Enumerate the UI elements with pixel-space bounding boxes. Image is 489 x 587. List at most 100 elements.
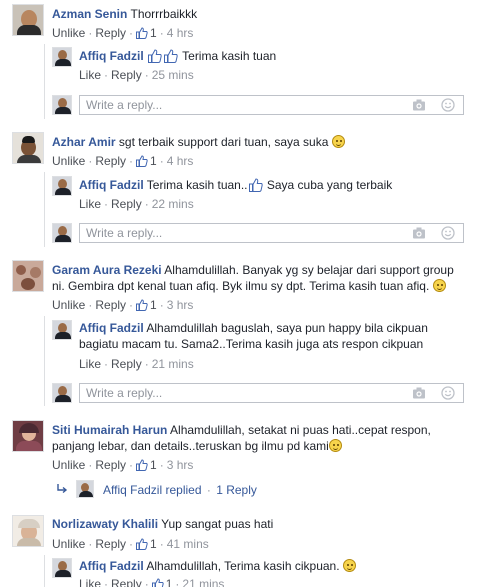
avatar[interactable]	[12, 4, 44, 36]
replied-by-name[interactable]: Affiq Fadzil	[103, 483, 162, 497]
unlike-link[interactable]: Unlike	[52, 26, 85, 40]
commenter-name[interactable]: Norlizawaty Khalili	[52, 517, 158, 531]
reply-input[interactable]	[80, 96, 380, 114]
thumbs-up-icon	[248, 178, 263, 192]
camera-icon[interactable]	[412, 98, 426, 112]
reply-link[interactable]: Reply	[95, 26, 126, 40]
timestamp[interactable]: 4 hrs	[167, 26, 194, 40]
avatar	[52, 383, 72, 403]
camera-icon[interactable]	[412, 226, 426, 240]
smiley-icon[interactable]	[441, 98, 455, 112]
comment-text-line2: panjang lebar, dan details..teruskan bg …	[52, 439, 329, 453]
reply-count-link[interactable]: 1 Reply	[216, 483, 257, 497]
like-count[interactable]: 1	[150, 458, 157, 472]
view-replies-link[interactable]	[56, 482, 68, 498]
reply-box[interactable]	[79, 223, 464, 243]
comment-text: Yup sangat puas hati	[161, 517, 274, 531]
thread-line	[44, 44, 45, 119]
comment-text: Alhamdulillah, Terima kasih cikpuan.	[146, 559, 340, 573]
comment-text: sgt terbaik support dari tuan, saya suka	[118, 135, 329, 149]
comment-text-line2: ni. Gembira dpt kenal tuan afiq. Byk ilm…	[52, 279, 430, 293]
reply-link[interactable]: Reply	[95, 537, 126, 551]
commenter-name[interactable]: Affiq Fadzil	[79, 49, 144, 63]
reply-arrow-icon	[57, 484, 68, 494]
unlike-link[interactable]: Unlike	[52, 298, 85, 312]
blush-emoji-icon	[328, 439, 342, 452]
thread-line	[44, 555, 45, 587]
timestamp[interactable]: 21 mins	[152, 357, 194, 371]
commenter-name[interactable]: Azman Senin	[52, 7, 127, 21]
like-link[interactable]: Like	[79, 68, 101, 82]
timestamp[interactable]: 41 mins	[167, 537, 209, 551]
avatar[interactable]	[52, 320, 72, 340]
reply-link[interactable]: Reply	[95, 298, 126, 312]
thumbs-up-icon	[164, 49, 178, 63]
commenter-name[interactable]: Siti Humairah Harun	[52, 423, 167, 437]
reply-link[interactable]: Reply	[95, 458, 126, 472]
like-count[interactable]: 1	[150, 537, 157, 551]
thumbs-up-icon	[136, 155, 148, 167]
thumbs-up-icon	[136, 538, 148, 550]
timestamp[interactable]: 3 hrs	[167, 458, 194, 472]
timestamp[interactable]: 22 mins	[152, 197, 194, 211]
avatar[interactable]	[12, 420, 44, 452]
like-count[interactable]: 1	[150, 154, 157, 168]
timestamp[interactable]: 3 hrs	[167, 298, 194, 312]
timestamp[interactable]: 4 hrs	[167, 154, 194, 168]
reply-link[interactable]: Reply	[111, 68, 142, 82]
commenter-name[interactable]: Affiq Fadzil	[79, 559, 144, 573]
camera-icon[interactable]	[412, 386, 426, 400]
commenter-name[interactable]: Affiq Fadzil	[79, 178, 144, 192]
avatar	[52, 95, 72, 115]
reply-input[interactable]	[80, 224, 380, 242]
avatar[interactable]	[52, 176, 72, 196]
unlike-link[interactable]: Unlike	[52, 537, 85, 551]
like-link[interactable]: Like	[79, 357, 101, 371]
unlike-link[interactable]: Unlike	[52, 458, 85, 472]
like-count[interactable]: 1	[150, 26, 157, 40]
avatar	[52, 223, 72, 243]
avatar[interactable]	[12, 260, 44, 292]
replied-label[interactable]: replied	[165, 483, 201, 497]
smiley-emoji-icon	[432, 279, 446, 292]
smiley-icon[interactable]	[441, 226, 455, 240]
reply-link[interactable]: Reply	[111, 357, 142, 371]
reply-link[interactable]: Reply	[95, 154, 126, 168]
reply-input[interactable]	[80, 384, 380, 402]
avatar[interactable]	[12, 132, 44, 164]
avatar[interactable]	[52, 558, 72, 578]
comment-text: Alhamdulillah. Banyak yg sy belajar dari…	[164, 263, 454, 277]
comment-text-line2: bagiatu macam tu. Sama2..Terima kasih ju…	[79, 337, 424, 351]
thread-line	[44, 172, 45, 247]
thumbs-up-icon	[136, 27, 148, 39]
thumbs-up-icon	[136, 459, 148, 471]
reply-box[interactable]	[79, 383, 464, 403]
comment-text: Terima kasih tuan..	[146, 178, 248, 192]
comment-text: Terima kasih tuan	[182, 49, 277, 63]
reply-box[interactable]	[79, 95, 464, 115]
thread-line	[44, 316, 45, 406]
thumbs-up-icon	[148, 49, 162, 63]
commenter-name[interactable]: Affiq Fadzil	[79, 321, 144, 335]
like-link[interactable]: Like	[79, 577, 101, 587]
like-count[interactable]: 1	[166, 577, 173, 587]
timestamp[interactable]: 25 mins	[152, 68, 194, 82]
reply-link[interactable]: Reply	[111, 577, 142, 587]
unlike-link[interactable]: Unlike	[52, 154, 85, 168]
like-count[interactable]: 1	[150, 298, 157, 312]
smiley-emoji-icon	[331, 135, 345, 148]
avatar[interactable]	[12, 515, 44, 547]
comment-text-continued: Saya cuba yang terbaik	[266, 178, 393, 192]
avatar	[76, 480, 94, 498]
comment-text: Alhamdulillah baguslah, saya pun happy b…	[146, 321, 428, 335]
avatar[interactable]	[52, 47, 72, 67]
comment-text: Alhamdulillah, setakat ni puas hati..cep…	[170, 423, 431, 437]
commenter-name[interactable]: Garam Aura Rezeki	[52, 263, 162, 277]
thumbs-up-icon	[136, 299, 148, 311]
reply-link[interactable]: Reply	[111, 197, 142, 211]
like-link[interactable]: Like	[79, 197, 101, 211]
smiley-icon[interactable]	[441, 386, 455, 400]
commenter-name[interactable]: Azhar Amir	[52, 135, 116, 149]
timestamp[interactable]: 21 mins	[182, 577, 224, 587]
smiley-emoji-icon	[342, 559, 356, 572]
